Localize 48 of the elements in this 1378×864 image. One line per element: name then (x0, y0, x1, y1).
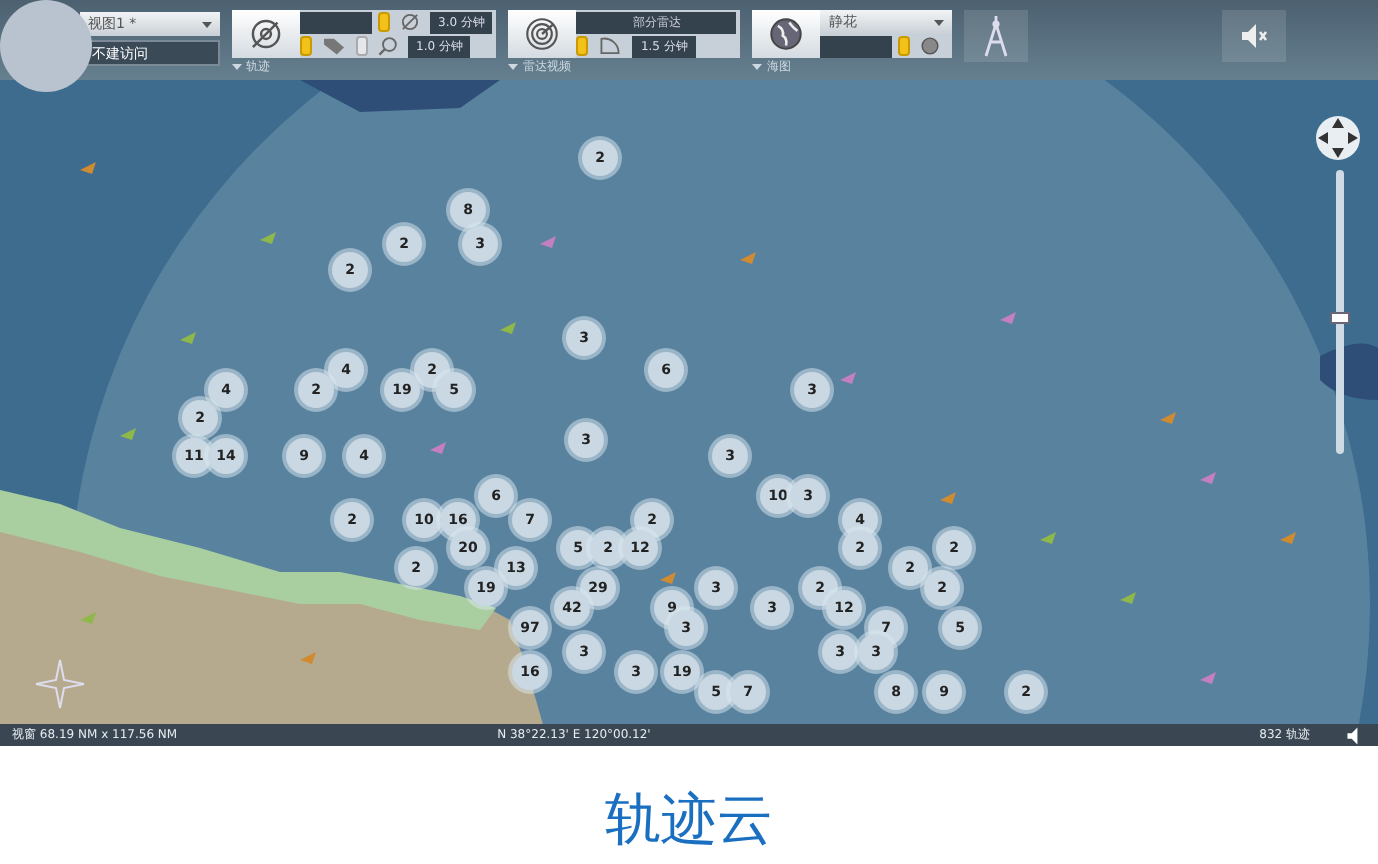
tag-toggle[interactable] (300, 36, 312, 56)
vessel-icon[interactable] (660, 572, 676, 584)
sweep-toggle[interactable] (576, 36, 589, 56)
vessel-icon[interactable] (80, 162, 96, 174)
vessel-icon[interactable] (840, 372, 856, 384)
blank-panel (820, 35, 893, 57)
chart-button[interactable] (752, 10, 821, 58)
speaker-muted-icon (1240, 22, 1268, 50)
layer-toggle[interactable] (898, 36, 911, 56)
vessel-icon[interactable] (430, 442, 446, 454)
vessel-icon[interactable] (1200, 472, 1216, 484)
radar-button[interactable] (508, 10, 577, 58)
zoom-thumb[interactable] (1330, 311, 1350, 324)
vessel-icon[interactable] (940, 492, 956, 504)
vessel-icon[interactable] (500, 322, 516, 334)
compass-rose-icon (32, 656, 88, 712)
vessel-icon[interactable] (80, 612, 96, 624)
vessel-icon[interactable] (300, 652, 316, 664)
vessel-icon[interactable] (540, 236, 556, 248)
caption-title: 轨迹云 (605, 784, 773, 856)
radar-icon (524, 16, 561, 52)
mute-button[interactable] (1222, 10, 1286, 62)
search-icon (374, 36, 402, 56)
caret-icon (508, 64, 519, 70)
vessel-icon[interactable] (120, 428, 136, 440)
vessel-icon[interactable] (1120, 592, 1136, 604)
caret-icon (202, 21, 212, 27)
history-toggle[interactable] (378, 12, 390, 32)
vessel-icon[interactable] (1000, 312, 1016, 324)
vessel-icon[interactable] (1160, 412, 1176, 424)
compass-button[interactable] (964, 10, 1029, 62)
pan-control-icon[interactable] (1314, 114, 1362, 162)
zoom-slider[interactable] (1336, 170, 1344, 454)
divider-compass-icon (982, 14, 1011, 58)
avatar-placeholder (0, 0, 92, 92)
target-icon (396, 12, 424, 32)
caret-icon (232, 64, 242, 70)
target-icon (248, 16, 284, 52)
search-toggle[interactable] (356, 36, 368, 56)
vessel-icon[interactable] (1280, 532, 1296, 544)
blank-panel (300, 11, 372, 33)
caret-icon (752, 64, 763, 70)
vessel-icon[interactable] (260, 232, 276, 244)
vessel-icon[interactable] (180, 332, 196, 344)
vessel-icon[interactable] (1040, 532, 1056, 544)
caret-icon (934, 19, 945, 25)
vessel-icon[interactable] (1200, 672, 1216, 684)
vessel-icon[interactable] (740, 252, 756, 264)
